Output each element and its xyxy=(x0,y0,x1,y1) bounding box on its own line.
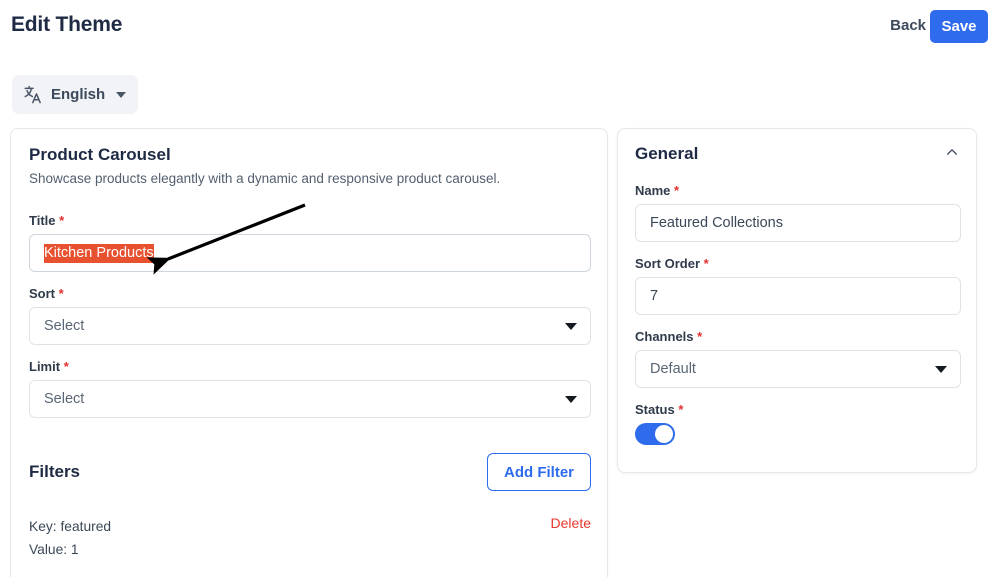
required-asterisk: * xyxy=(703,256,709,271)
field-name: Name * Featured Collections xyxy=(635,183,961,242)
name-input-value: Featured Collections xyxy=(650,215,783,231)
label-text: Channels xyxy=(635,329,694,344)
required-asterisk: * xyxy=(63,359,69,374)
product-carousel-card: Product Carousel Showcase products elega… xyxy=(10,128,608,577)
channels-select[interactable]: Default xyxy=(635,350,961,388)
status-toggle[interactable] xyxy=(635,423,675,445)
filters-header: Filters Add Filter xyxy=(29,453,591,491)
label-text: Title xyxy=(29,213,56,228)
sort-select-value: Select xyxy=(44,318,85,334)
sort-order-input-value: 7 xyxy=(650,288,659,304)
label-text: Name xyxy=(635,183,671,198)
field-label-limit: Limit * xyxy=(29,359,591,374)
general-panel: General Name * Featured Collections Sort… xyxy=(617,128,977,473)
name-input[interactable]: Featured Collections xyxy=(635,204,961,242)
card-header: Product Carousel Showcase products elega… xyxy=(29,145,589,186)
translate-icon xyxy=(23,84,44,105)
general-panel-title: General xyxy=(635,144,699,163)
filter-value: Value: 1 xyxy=(29,542,79,557)
card-subtitle: Showcase products elegantly with a dynam… xyxy=(29,171,501,186)
add-filter-button[interactable]: Add Filter xyxy=(487,453,591,491)
sort-select[interactable]: Select xyxy=(29,307,591,345)
field-label-sort: Sort * xyxy=(29,286,591,301)
required-asterisk: * xyxy=(697,329,703,344)
top-bar: Edit Theme Back Save xyxy=(0,0,1004,60)
field-limit: Limit * Select xyxy=(29,359,591,418)
title-input[interactable]: Kitchen Products xyxy=(29,234,591,272)
field-label-channels: Channels * xyxy=(635,329,961,344)
back-button[interactable]: Back xyxy=(890,17,926,34)
limit-select[interactable]: Select xyxy=(29,380,591,418)
language-selector[interactable]: English xyxy=(12,75,139,114)
chevron-down-icon xyxy=(116,91,127,98)
page-title: Edit Theme xyxy=(11,13,123,36)
field-status: Status * xyxy=(635,402,961,445)
required-asterisk: * xyxy=(59,213,65,228)
filter-row: Key: featured Value: 1 Delete xyxy=(29,515,591,561)
field-channels: Channels * Default xyxy=(635,329,961,388)
general-panel-header[interactable]: General xyxy=(635,144,959,164)
status-toggle-knob xyxy=(655,425,673,443)
limit-select-value: Select xyxy=(44,391,85,407)
filter-kv-group: Key: featured Value: 1 xyxy=(29,515,111,561)
filters-section: Filters Add Filter Key: featured Value: … xyxy=(29,453,591,561)
field-label-status: Status * xyxy=(635,402,961,417)
label-text: Sort xyxy=(29,286,55,301)
language-label: English xyxy=(51,86,106,103)
required-asterisk: * xyxy=(58,286,64,301)
title-input-value: Kitchen Products xyxy=(44,243,154,263)
field-label-title: Title * xyxy=(29,213,591,228)
field-label-sort-order: Sort Order * xyxy=(635,256,961,271)
field-title: Title * Kitchen Products xyxy=(29,213,591,272)
sort-order-input[interactable]: 7 xyxy=(635,277,961,315)
filter-key: Key: featured xyxy=(29,519,112,534)
card-title: Product Carousel xyxy=(29,145,171,164)
required-asterisk: * xyxy=(678,402,684,417)
field-sort: Sort * Select xyxy=(29,286,591,345)
label-text: Status xyxy=(635,402,675,417)
field-sort-order: Sort Order * 7 xyxy=(635,256,961,315)
chevron-down-icon xyxy=(935,366,947,373)
edit-theme-page: Edit Theme Back Save English Product Car… xyxy=(0,0,1004,577)
label-text: Limit xyxy=(29,359,61,374)
field-label-name: Name * xyxy=(635,183,961,198)
delete-filter-button[interactable]: Delete xyxy=(551,515,591,531)
filters-title: Filters xyxy=(29,462,81,481)
required-asterisk: * xyxy=(674,183,680,198)
label-text: Sort Order xyxy=(635,256,701,271)
save-button[interactable]: Save xyxy=(930,10,988,43)
chevron-down-icon xyxy=(565,323,577,330)
chevron-up-icon[interactable] xyxy=(945,145,959,164)
chevron-down-icon xyxy=(565,396,577,403)
channels-select-value: Default xyxy=(650,361,696,377)
